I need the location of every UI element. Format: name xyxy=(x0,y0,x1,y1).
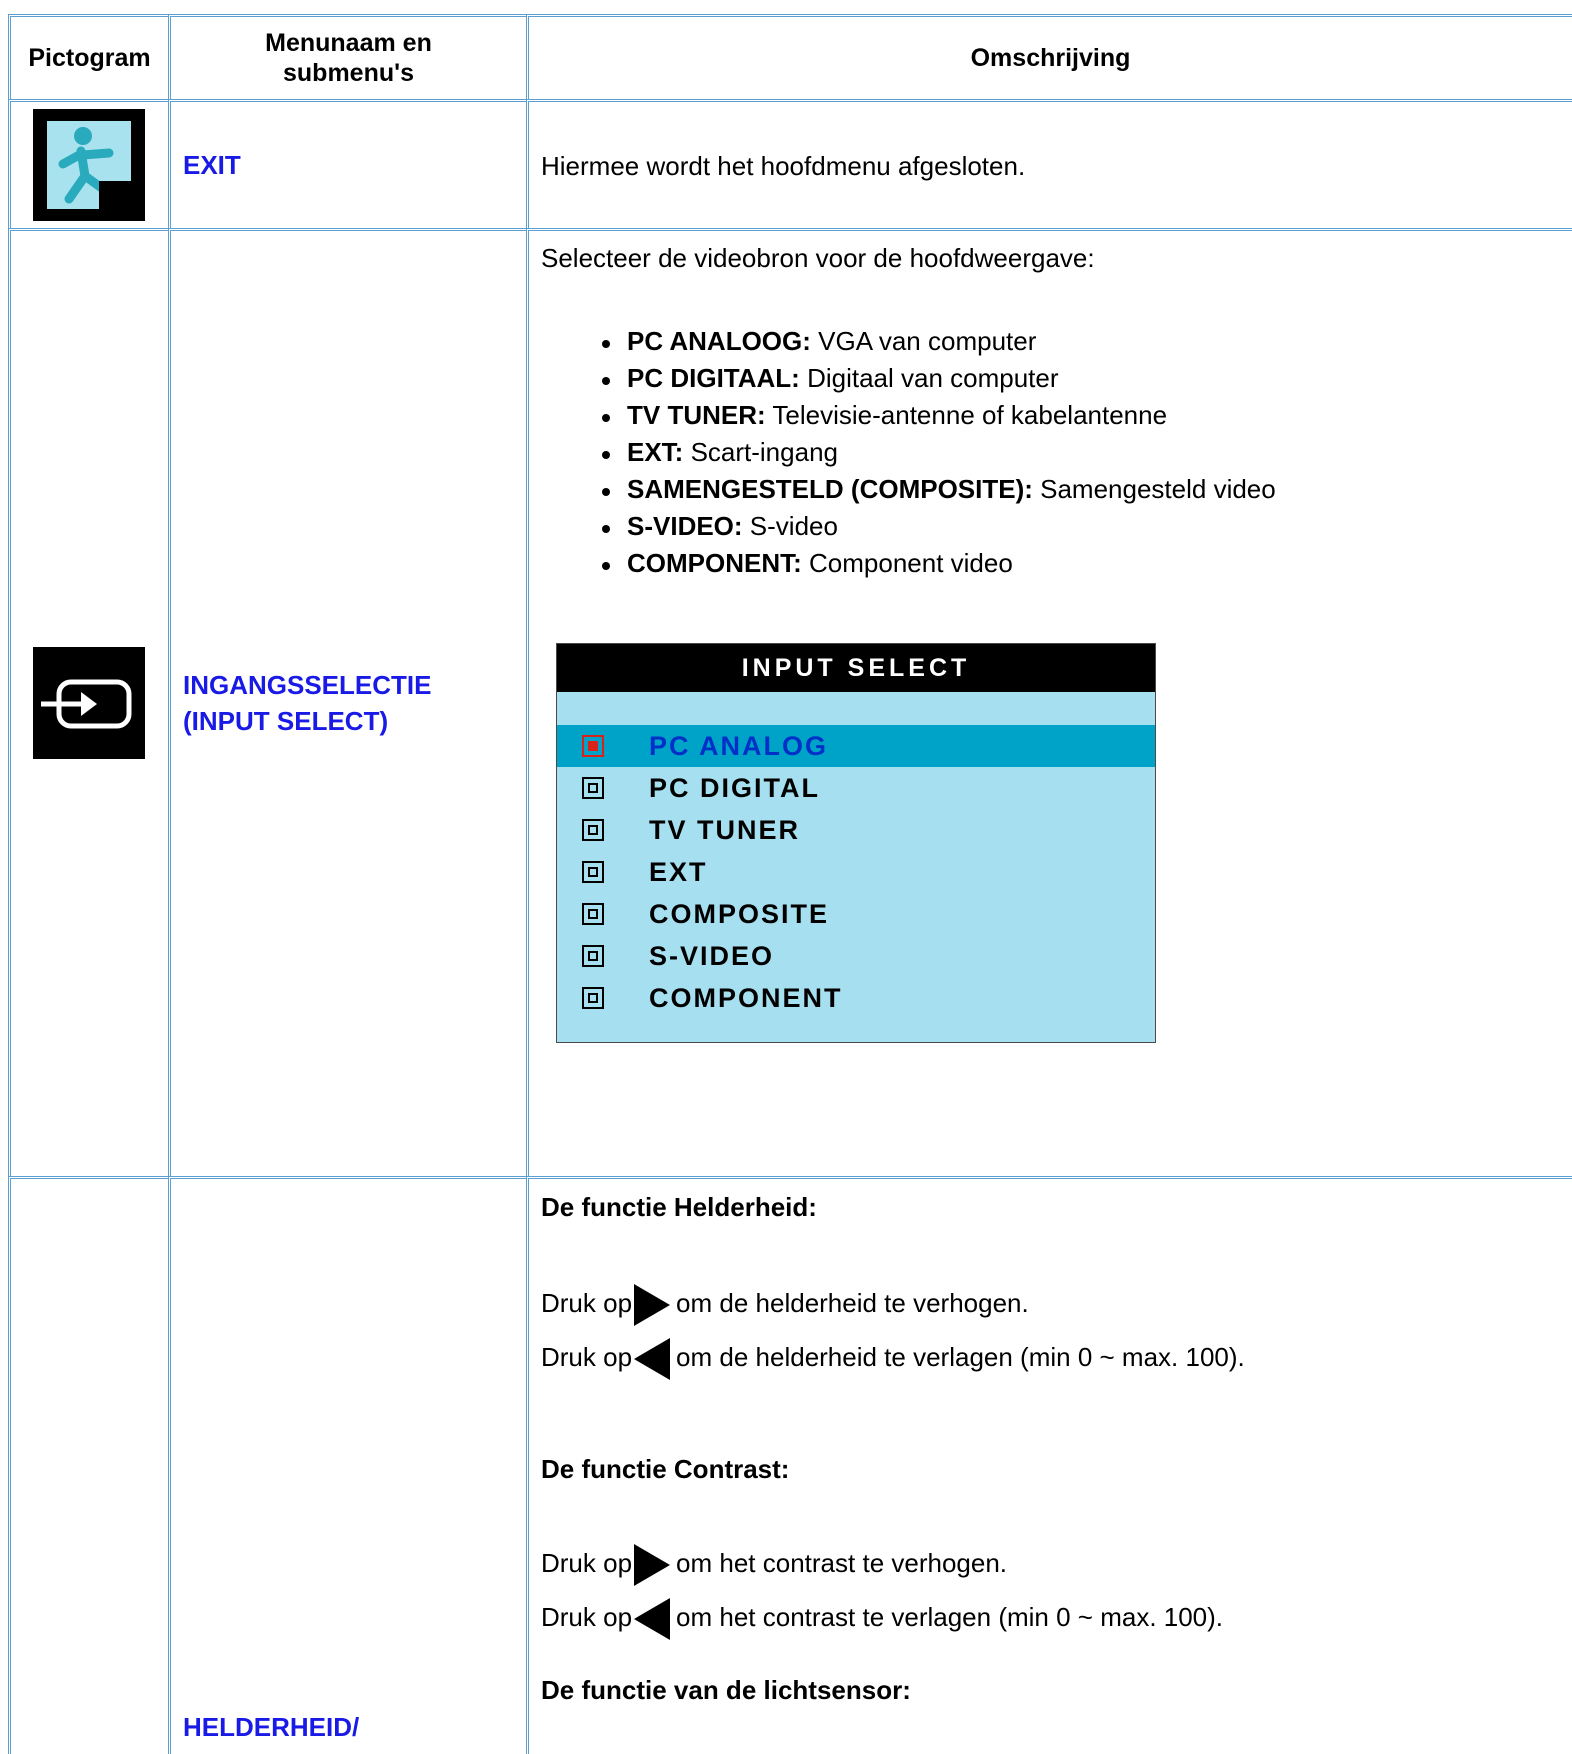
osd-item-label: EXT xyxy=(649,857,708,887)
list-item: PC ANALOOG: VGA van computer xyxy=(592,323,1276,360)
osd-checkbox-icon xyxy=(582,945,604,967)
header-menu-name-label: Menunaam en submenu's xyxy=(265,29,432,87)
contrast-down-line: Druk op om het contrast te verlagen (min … xyxy=(541,1594,1223,1641)
header-description-label: Omschrijving xyxy=(970,44,1131,72)
list-item: COMPONENT: Component video xyxy=(592,545,1276,582)
menu-link-input-select-line2: (INPUT SELECT) xyxy=(183,706,389,736)
exit-running-man-icon xyxy=(33,109,145,221)
osd-title: INPUT SELECT xyxy=(741,654,971,682)
right-arrow-icon xyxy=(634,1544,671,1587)
brightness-up-line: Druk op om de helderheid te verhogen. xyxy=(541,1280,1029,1327)
input-select-icon xyxy=(33,647,145,759)
osd-item-pc-digital: PC DIGITAL xyxy=(557,767,1157,809)
list-item: EXT: Scart-ingang xyxy=(592,434,1276,471)
osd-item-s-video: S-VIDEO xyxy=(557,935,1157,977)
exit-icon-cell xyxy=(8,99,168,228)
osd-item-composite: COMPOSITE xyxy=(557,893,1157,935)
right-arrow-icon xyxy=(634,1284,671,1327)
osd-item-ext: EXT xyxy=(557,851,1157,893)
osd-item-label: TV TUNER xyxy=(649,815,800,845)
osd-item-label: S-VIDEO xyxy=(649,941,775,971)
left-arrow-icon xyxy=(634,1338,671,1381)
header-menu-name: Menunaam en submenu's xyxy=(168,14,526,99)
menu-link-exit[interactable]: EXIT xyxy=(183,147,241,183)
osd-item-component: COMPONENT xyxy=(557,977,1157,1019)
contrast-heading: De functie Contrast: xyxy=(541,1454,790,1484)
osd-item-label: PC ANALOG xyxy=(649,731,828,761)
osd-input-select-panel: INPUT SELECT PC ANALOG PC DIGITAL TV TUN… xyxy=(556,643,1156,1043)
menu-link-helderheid[interactable]: HELDERHEID/ xyxy=(183,1709,359,1745)
osd-checkbox-icon xyxy=(582,819,604,841)
header-pictogram: Pictogram xyxy=(8,14,168,99)
exit-description: Hiermee wordt het hoofdmenu afgesloten. xyxy=(541,151,1026,181)
input-icon-cell xyxy=(8,228,168,1176)
exit-name-cell: EXIT xyxy=(168,99,526,228)
osd-item-label: PC DIGITAL xyxy=(649,773,820,803)
osd-item-label: COMPOSITE xyxy=(649,899,830,929)
brightness-icon-cell xyxy=(8,1176,168,1754)
brightness-name-cell: HELDERHEID/ xyxy=(168,1176,526,1754)
osd-checkbox-icon xyxy=(582,861,604,883)
osd-checkbox-icon xyxy=(582,987,604,1009)
exit-description-cell: Hiermee wordt het hoofdmenu afgesloten. xyxy=(526,99,1572,228)
brightness-heading: De functie Helderheid: xyxy=(541,1192,817,1222)
left-arrow-icon xyxy=(634,1598,671,1641)
osd-checkbox-icon xyxy=(582,903,604,925)
list-item: S-VIDEO: S-video xyxy=(592,508,1276,545)
header-pictogram-label: Pictogram xyxy=(28,44,151,72)
osd-item-tv-tuner: TV TUNER xyxy=(557,809,1157,851)
menu-link-input-select[interactable]: INGANGSSELECTIE (INPUT SELECT) xyxy=(183,667,431,739)
menu-link-input-select-line1: INGANGSSELECTIE xyxy=(183,670,432,700)
list-item: TV TUNER: Televisie-antenne of kabelante… xyxy=(592,397,1276,434)
brightness-description-cell: De functie Helderheid: Druk op om de held… xyxy=(526,1176,1572,1754)
osd-item-label: COMPONENT xyxy=(649,983,843,1013)
osd-item-pc-analog: PC ANALOG xyxy=(557,725,1157,767)
list-item: SAMENGESTELD (COMPOSITE): Samengesteld v… xyxy=(592,471,1276,508)
list-item: PC DIGITAAL: Digitaal van computer xyxy=(592,360,1276,397)
header-description: Omschrijving xyxy=(526,14,1572,99)
osd-title-bar: INPUT SELECT xyxy=(557,644,1155,692)
input-description-cell: Selecteer de videobron voor de hoofdweer… xyxy=(526,228,1572,1176)
contrast-up-line: Druk op om het contrast te verhogen. xyxy=(541,1540,1007,1587)
light-sensor-heading: De functie van de lichtsensor: xyxy=(541,1675,911,1705)
input-name-cell: INGANGSSELECTIE (INPUT SELECT) xyxy=(168,228,526,1176)
osd-checkbox-selected-icon xyxy=(582,735,604,757)
source-list: PC ANALOOG: VGA van computer PC DIGITAAL… xyxy=(592,323,1276,582)
input-intro: Selecteer de videobron voor de hoofdweer… xyxy=(541,243,1095,273)
osd-checkbox-icon xyxy=(582,777,604,799)
brightness-down-line: Druk op om de helderheid te verlagen (min… xyxy=(541,1334,1245,1381)
